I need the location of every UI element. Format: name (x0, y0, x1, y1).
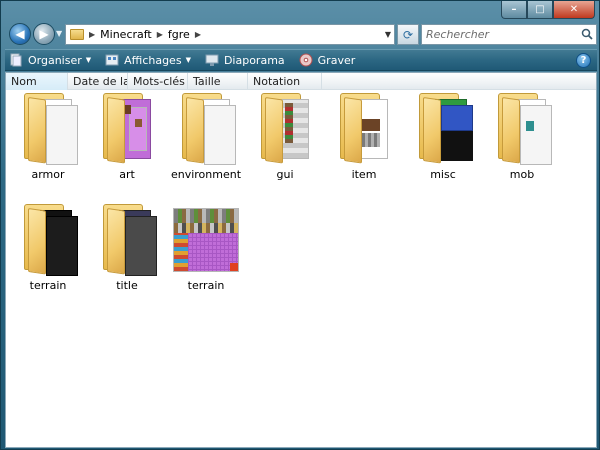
folder-item-misc[interactable]: misc (405, 91, 481, 196)
chevron-right-icon[interactable]: ▶ (195, 30, 201, 39)
item-label: title (116, 279, 138, 292)
folder-item-terrain[interactable]: terrain (10, 202, 86, 307)
breadcrumb-fgre[interactable]: fgre (168, 28, 190, 41)
folder-icon (70, 29, 84, 40)
refresh-icon: ⟳ (402, 27, 414, 42)
refresh-button[interactable]: ⟳ (397, 24, 419, 45)
diaporama-label: Diaporama (223, 53, 285, 67)
column-header-mots-cles[interactable]: Mots-clés (128, 73, 188, 90)
folder-item-mob[interactable]: mob (484, 91, 560, 196)
column-header-date[interactable]: Date de la ... (68, 73, 128, 90)
explorer-window: – □ ✕ ◀ ▶ ▼ ▶ Minecraft ▶ fgre ▶ ▼ ⟳ Rec… (0, 0, 600, 450)
search-input[interactable] (426, 28, 576, 41)
item-label: terrain (187, 279, 225, 292)
chevron-down-icon: ▼ (85, 56, 92, 64)
navigation-bar: ◀ ▶ ▼ ▶ Minecraft ▶ fgre ▶ ▼ ⟳ (5, 23, 597, 47)
item-label: misc (430, 168, 456, 181)
graver-button[interactable]: Graver (299, 53, 356, 67)
search-box[interactable] (421, 24, 597, 45)
folder-item-gui[interactable]: gui (247, 91, 323, 196)
address-history-dropdown-icon[interactable]: ▼ (385, 30, 391, 39)
image-item-terrain[interactable]: terrain (168, 202, 244, 307)
folder-icon (259, 91, 315, 167)
views-icon (105, 54, 119, 66)
graver-label: Graver (317, 53, 356, 67)
help-button[interactable]: ? (576, 53, 591, 68)
column-headers: Nom Date de la ... Mots-clés Taille Nota… (6, 73, 596, 90)
organiser-menu[interactable]: Organiser ▼ (9, 53, 91, 67)
command-bar: Organiser ▼ Affichages ▼ Diaporama Grave… (5, 49, 597, 71)
burn-disc-icon (299, 53, 313, 67)
folder-icon (417, 91, 473, 167)
slideshow-icon (205, 54, 219, 66)
recent-pages-dropdown-icon[interactable]: ▼ (56, 29, 62, 38)
address-bar[interactable]: ▶ Minecraft ▶ fgre ▶ ▼ (65, 24, 395, 45)
chevron-right-icon[interactable]: ▶ (157, 30, 163, 39)
folder-icon (496, 91, 552, 167)
forward-button[interactable]: ▶ (33, 23, 55, 45)
chevron-down-icon: ▼ (185, 56, 191, 64)
folder-icon (22, 91, 78, 167)
folder-item-environment[interactable]: environment (168, 91, 244, 196)
item-label: item (351, 168, 377, 181)
organize-icon (10, 53, 22, 67)
folder-icon (101, 91, 157, 167)
search-icon[interactable] (581, 28, 593, 40)
folder-icon (338, 91, 394, 167)
folder-item-item[interactable]: item (326, 91, 402, 196)
folder-icon (101, 202, 157, 278)
item-label: art (119, 168, 135, 181)
column-header-taille[interactable]: Taille (188, 73, 248, 90)
folder-item-title[interactable]: title (89, 202, 165, 307)
chevron-right-icon[interactable]: ▶ (89, 30, 95, 39)
affichages-label: Affichages (124, 53, 182, 67)
caption-controls: – □ ✕ (501, 1, 595, 19)
item-label: armor (31, 168, 65, 181)
file-list-pane: Nom Date de la ... Mots-clés Taille Nota… (5, 72, 597, 448)
item-label: gui (276, 168, 294, 181)
minimize-button[interactable]: – (501, 1, 527, 19)
maximize-button[interactable]: □ (527, 1, 553, 19)
folder-icon (22, 202, 78, 278)
column-header-notation[interactable]: Notation (248, 73, 322, 90)
folder-item-art[interactable]: art (89, 91, 165, 196)
item-label: environment (170, 168, 242, 181)
folder-icon (180, 91, 236, 167)
item-label: mob (509, 168, 535, 181)
arrow-left-icon: ◀ (15, 27, 25, 41)
arrow-right-icon: ▶ (39, 27, 49, 41)
terrain-texture-preview (173, 208, 239, 272)
close-button[interactable]: ✕ (553, 1, 595, 19)
image-thumbnail (173, 202, 239, 278)
column-header-nom[interactable]: Nom (6, 73, 68, 90)
folder-item-armor[interactable]: armor (10, 91, 86, 196)
organiser-label: Organiser (28, 53, 82, 67)
breadcrumb-minecraft[interactable]: Minecraft (100, 28, 152, 41)
back-button[interactable]: ◀ (9, 23, 31, 45)
item-label: terrain (29, 279, 67, 292)
affichages-menu[interactable]: Affichages ▼ (105, 53, 191, 67)
diaporama-button[interactable]: Diaporama (205, 53, 285, 67)
